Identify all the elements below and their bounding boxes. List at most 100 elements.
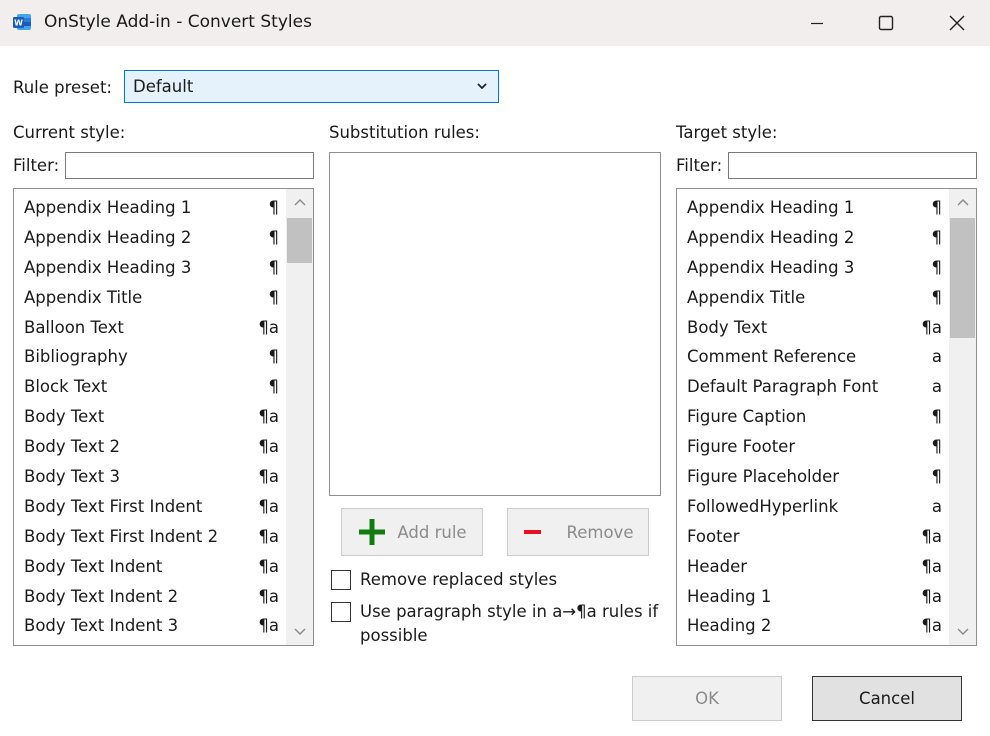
- maximize-button[interactable]: [851, 0, 921, 46]
- remove-replaced-label: Remove replaced styles: [360, 570, 558, 589]
- substitution-rules-list[interactable]: [329, 152, 661, 496]
- style-name: Body Text Indent 3: [24, 616, 179, 636]
- list-item[interactable]: Body Text ¶a: [677, 313, 948, 343]
- style-type-marker: ¶a: [921, 616, 942, 636]
- plus-icon: [359, 519, 386, 545]
- rule-preset-value: Default: [133, 77, 194, 96]
- chevron-down-icon: [294, 628, 305, 635]
- style-name: Comment Reference: [687, 347, 857, 367]
- list-item[interactable]: Appendix Heading 3 ¶: [677, 253, 948, 283]
- style-name: Header: [687, 556, 748, 576]
- title-bar: W OnStyle Add-in - Convert Styles: [0, 0, 990, 46]
- list-item[interactable]: FollowedHyperlink a: [677, 492, 948, 522]
- list-item[interactable]: Bibliography ¶: [14, 342, 285, 372]
- style-name: Appendix Heading 1: [687, 198, 855, 217]
- target-filter-label: Filter:: [676, 156, 723, 175]
- chevron-down-icon: [957, 628, 968, 635]
- style-type-marker: ¶: [931, 437, 943, 457]
- style-name: Body Text 2: [24, 437, 121, 457]
- current-style-header: Current style:: [13, 123, 126, 142]
- current-filter-input[interactable]: [65, 152, 314, 179]
- style-type-marker: ¶a: [921, 586, 942, 606]
- list-item[interactable]: Heading 2 ¶a: [677, 611, 948, 641]
- rule-preset-select[interactable]: Default: [124, 70, 499, 103]
- svg-text:W: W: [14, 19, 23, 28]
- list-item[interactable]: Body Text ¶a: [14, 402, 285, 432]
- scroll-down-button[interactable]: [286, 621, 313, 643]
- ok-button[interactable]: OK: [632, 676, 782, 721]
- list-item[interactable]: Heading 1 ¶a: [677, 582, 948, 612]
- close-button[interactable]: [922, 0, 990, 46]
- remove-rule-button[interactable]: Remove: [507, 508, 649, 556]
- style-type-marker: ¶: [931, 198, 943, 217]
- style-type-marker: ¶a: [258, 317, 279, 337]
- target-filter-input[interactable]: [728, 152, 977, 179]
- list-item[interactable]: Header ¶a: [677, 552, 948, 582]
- style-name: Body Text: [687, 317, 768, 337]
- list-item[interactable]: Figure Placeholder ¶: [677, 462, 948, 492]
- list-item[interactable]: Appendix Heading 2 ¶: [14, 223, 285, 253]
- target-style-header: Target style:: [676, 123, 778, 142]
- scroll-up-button[interactable]: [949, 191, 976, 213]
- list-item[interactable]: Appendix Heading 3 ¶: [14, 253, 285, 283]
- list-item[interactable]: Comment Reference a: [677, 342, 948, 372]
- target-style-items: Appendix Heading 1 ¶ Appendix Heading 2 ¶ Ap…: [677, 193, 948, 641]
- style-type-marker: ¶a: [258, 407, 279, 427]
- rule-preset-label: Rule preset:: [13, 78, 112, 97]
- list-item[interactable]: Body Text First Indent 2 ¶a: [14, 522, 285, 552]
- list-item[interactable]: Body Text Indent 2 ¶a: [14, 582, 285, 612]
- list-item[interactable]: Body Text Indent 3 ¶a: [14, 611, 285, 641]
- style-name: Balloon Text: [24, 317, 124, 337]
- maximize-icon: [878, 15, 894, 31]
- list-item[interactable]: Block Text ¶: [14, 372, 285, 402]
- scroll-down-button[interactable]: [949, 621, 976, 643]
- current-scroll-thumb[interactable]: [287, 218, 312, 263]
- list-item[interactable]: Body Text 2 ¶a: [14, 432, 285, 462]
- remove-replaced-checkbox[interactable]: [331, 570, 351, 590]
- style-type-marker: ¶: [268, 198, 280, 217]
- style-type-marker: ¶a: [258, 586, 279, 606]
- list-item[interactable]: Body Text Indent ¶a: [14, 552, 285, 582]
- style-name: Figure Caption: [687, 407, 807, 427]
- style-type-marker: ¶: [931, 257, 943, 277]
- list-item[interactable]: Appendix Heading 1 ¶: [14, 193, 285, 223]
- list-item[interactable]: Figure Caption ¶: [677, 402, 948, 432]
- current-style-list[interactable]: Appendix Heading 1 ¶ Appendix Heading 2 ¶ Ap…: [13, 188, 314, 646]
- list-item[interactable]: Balloon Text ¶a: [14, 313, 285, 343]
- style-type-marker: ¶a: [921, 317, 942, 337]
- list-item[interactable]: Appendix Title ¶: [14, 283, 285, 313]
- list-item[interactable]: Appendix Title ¶: [677, 283, 948, 313]
- target-scroll-thumb[interactable]: [950, 218, 975, 338]
- style-type-marker: ¶a: [258, 437, 279, 457]
- list-item[interactable]: Body Text 3 ¶a: [14, 462, 285, 492]
- list-item[interactable]: Footer ¶a: [677, 522, 948, 552]
- list-item[interactable]: Figure Footer ¶: [677, 432, 948, 462]
- style-type-marker: ¶: [268, 287, 280, 307]
- use-paragraph-style-checkbox[interactable]: [331, 602, 351, 622]
- style-name: Heading 2: [687, 616, 772, 636]
- current-scrollbar[interactable]: [286, 189, 313, 645]
- list-item[interactable]: Default Paragraph Font a: [677, 372, 948, 402]
- chevron-up-icon: [294, 199, 305, 206]
- style-name: Heading 1: [687, 586, 772, 606]
- target-style-list[interactable]: Appendix Heading 1 ¶ Appendix Heading 2 ¶ Ap…: [676, 188, 977, 646]
- list-item[interactable]: Appendix Heading 1 ¶: [677, 193, 948, 223]
- minus-icon: [523, 530, 541, 534]
- scroll-up-button[interactable]: [286, 191, 313, 213]
- style-type-marker: ¶: [268, 377, 280, 397]
- style-name: Body Text First Indent: [24, 496, 203, 516]
- cancel-button[interactable]: Cancel: [812, 676, 962, 721]
- style-name: Body Text: [24, 407, 105, 427]
- style-type-marker: ¶a: [258, 467, 279, 487]
- style-name: Appendix Heading 3: [687, 257, 855, 277]
- minimize-button[interactable]: [782, 0, 852, 46]
- add-rule-button[interactable]: Add rule: [341, 508, 483, 556]
- style-type-marker: ¶a: [921, 556, 942, 576]
- list-item[interactable]: Appendix Heading 2 ¶: [677, 223, 948, 253]
- style-type-marker: ¶a: [258, 526, 279, 546]
- list-item[interactable]: Body Text First Indent ¶a: [14, 492, 285, 522]
- style-name: Block Text: [24, 377, 108, 397]
- style-type-marker: ¶: [931, 467, 943, 487]
- target-scrollbar[interactable]: [949, 189, 976, 645]
- add-rule-label: Add rule: [397, 522, 467, 542]
